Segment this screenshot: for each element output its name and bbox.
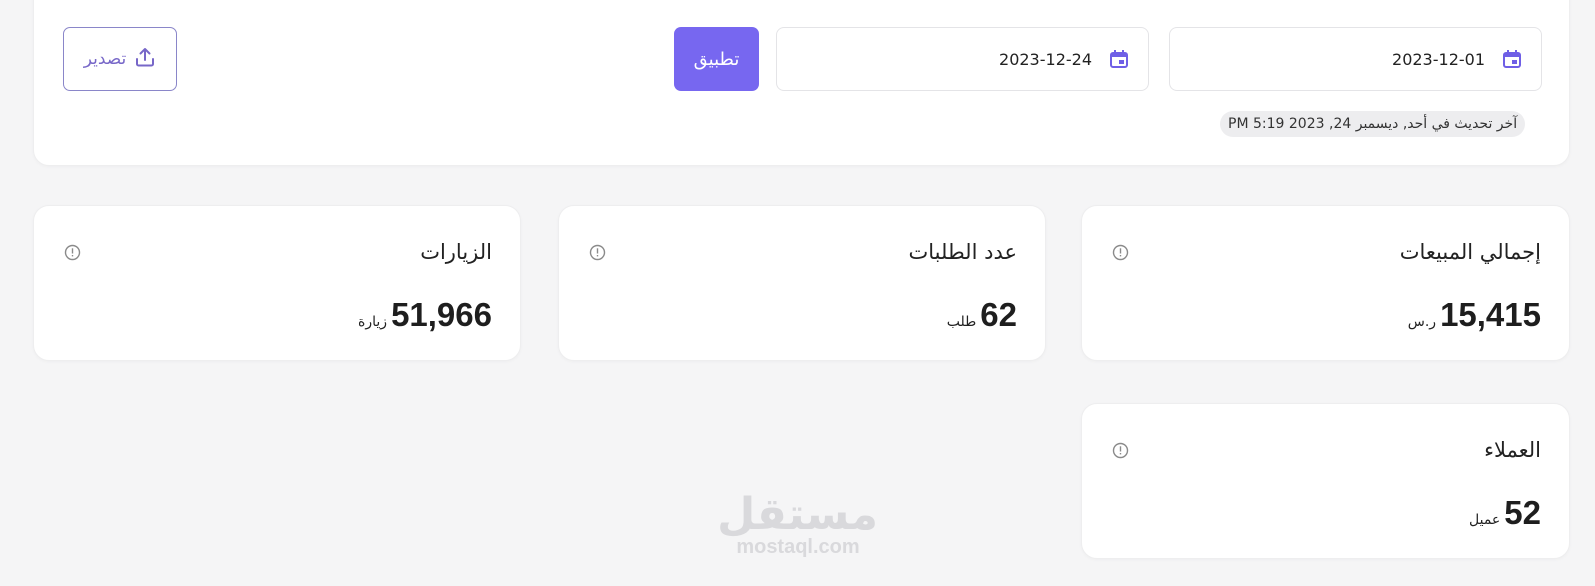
- calendar-icon[interactable]: [1108, 48, 1130, 70]
- upload-icon: [134, 46, 156, 73]
- date-from-value: 2023-12-01: [1392, 49, 1485, 69]
- stat-title: إجمالي المبيعات: [1399, 240, 1541, 264]
- stat-value-row: طلب 62: [947, 296, 1017, 334]
- info-icon[interactable]: [1112, 244, 1129, 261]
- export-button[interactable]: تصدير: [63, 27, 177, 91]
- stat-card-customers: العملاء عميل 52: [1081, 403, 1570, 559]
- stat-value-row: ر.س 15,415: [1408, 296, 1541, 334]
- date-from-field[interactable]: 2023-12-01: [1169, 27, 1542, 91]
- stat-value: 15,415: [1440, 296, 1541, 333]
- stat-title: العملاء: [1484, 438, 1541, 462]
- stat-title: عدد الطلبات: [908, 240, 1018, 264]
- stat-unit: ر.س: [1407, 314, 1437, 330]
- stat-unit: عميل: [1469, 512, 1501, 528]
- apply-button[interactable]: تطبيق: [674, 27, 759, 91]
- date-to-field[interactable]: 2023-12-24: [776, 27, 1149, 91]
- info-icon[interactable]: [64, 244, 81, 261]
- stat-unit: طلب: [946, 314, 977, 330]
- filter-card: 2023-12-01 2023-12-24 تطبيق تصدير آخر تح…: [33, 0, 1570, 166]
- watermark-latin: mostaql.com: [736, 536, 860, 558]
- stat-card-total-sales: إجمالي المبيعات ر.س 15,415: [1081, 205, 1570, 361]
- stat-value: 51,966: [391, 296, 492, 333]
- stat-value-row: عميل 52: [1469, 494, 1541, 532]
- info-icon[interactable]: [589, 244, 606, 261]
- stat-unit: زيارة: [358, 314, 388, 330]
- watermark: مستقل mostaql.com: [717, 489, 878, 559]
- stat-card-visits: الزيارات زيارة 51,966: [33, 205, 521, 361]
- last-updated-badge: آخر تحديث في أحد, ديسمبر 24, 2023 5:19 P…: [1220, 111, 1526, 137]
- stat-title: الزيارات: [420, 240, 492, 264]
- stat-value: 62: [980, 296, 1017, 333]
- stat-value: 52: [1504, 494, 1541, 531]
- calendar-icon[interactable]: [1501, 48, 1523, 70]
- stat-value-row: زيارة 51,966: [358, 296, 492, 334]
- date-to-value: 2023-12-24: [999, 49, 1092, 69]
- info-icon[interactable]: [1112, 442, 1129, 459]
- export-label: تصدير: [83, 49, 127, 69]
- stat-card-orders: عدد الطلبات طلب 62: [558, 205, 1046, 361]
- watermark-arabic: مستقل: [717, 489, 878, 540]
